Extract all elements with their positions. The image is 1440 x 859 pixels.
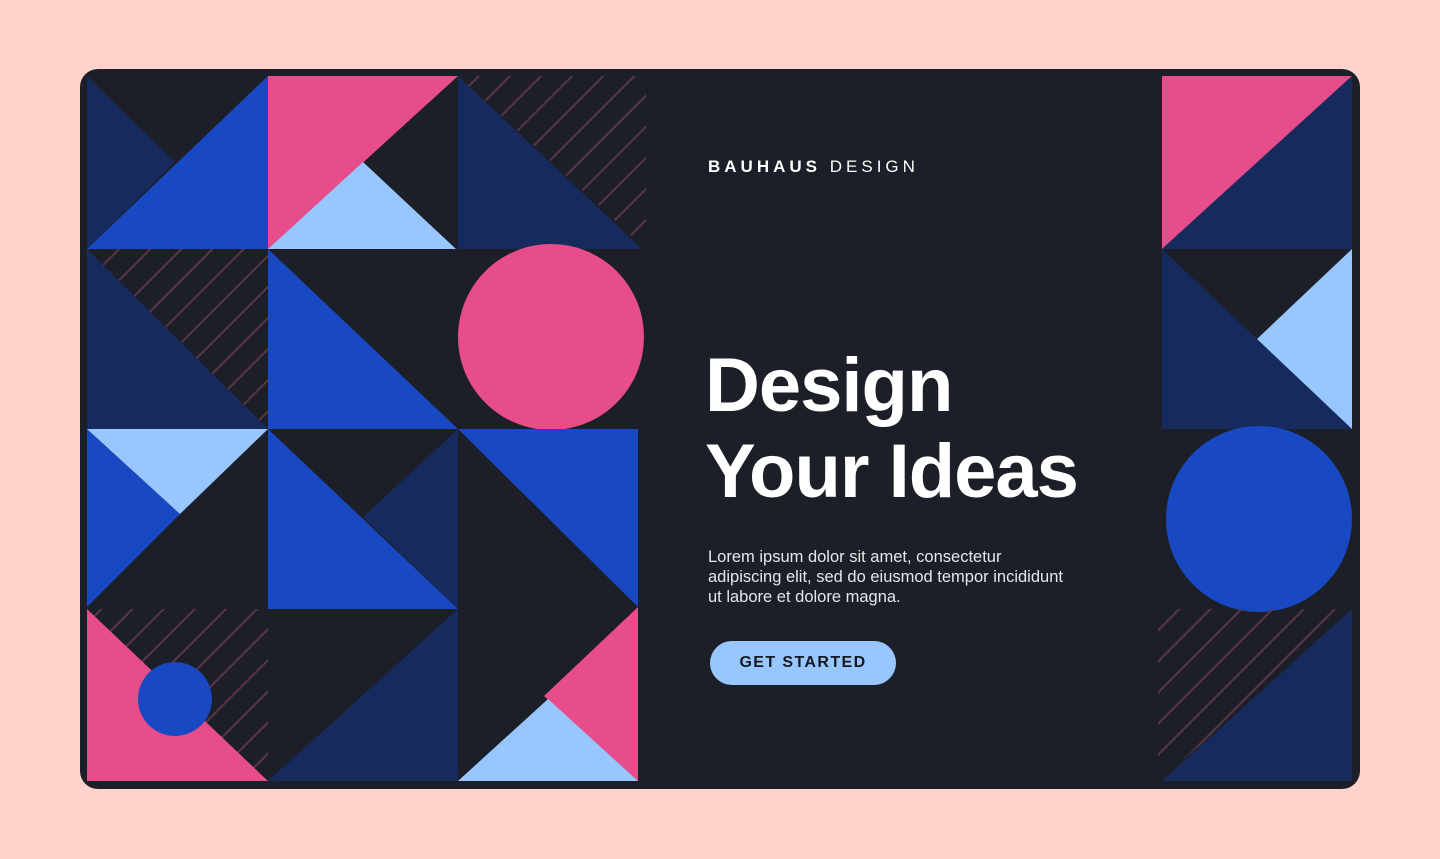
brand-name-light: DESIGN [829,157,919,176]
blue-circle [1166,426,1352,612]
headline-line-2: Your Ideas [705,429,1079,514]
brand-name-bold: BAUHAUS [708,157,821,176]
hero-headline: Design Your Ideas [705,343,1079,515]
get-started-button[interactable]: GET STARTED [710,641,896,685]
blue-circle [138,662,212,736]
navy-triangle [268,609,458,781]
hero-description: Lorem ipsum dolor sit amet, consectetur … [708,548,1063,606]
headline-line-1: Design [705,343,953,428]
brand-logo: BAUHAUS DESIGN [708,157,919,177]
blue-triangle [458,429,638,607]
hero-content: BAUHAUS DESIGN Design Your Ideas Lorem i… [705,69,1158,789]
blue-triangle [268,249,458,429]
hero-card: BAUHAUS DESIGN Design Your Ideas Lorem i… [80,69,1360,789]
geometric-pattern-right [1158,69,1360,789]
pink-circle [458,244,644,430]
geometric-pattern-left [80,69,646,789]
